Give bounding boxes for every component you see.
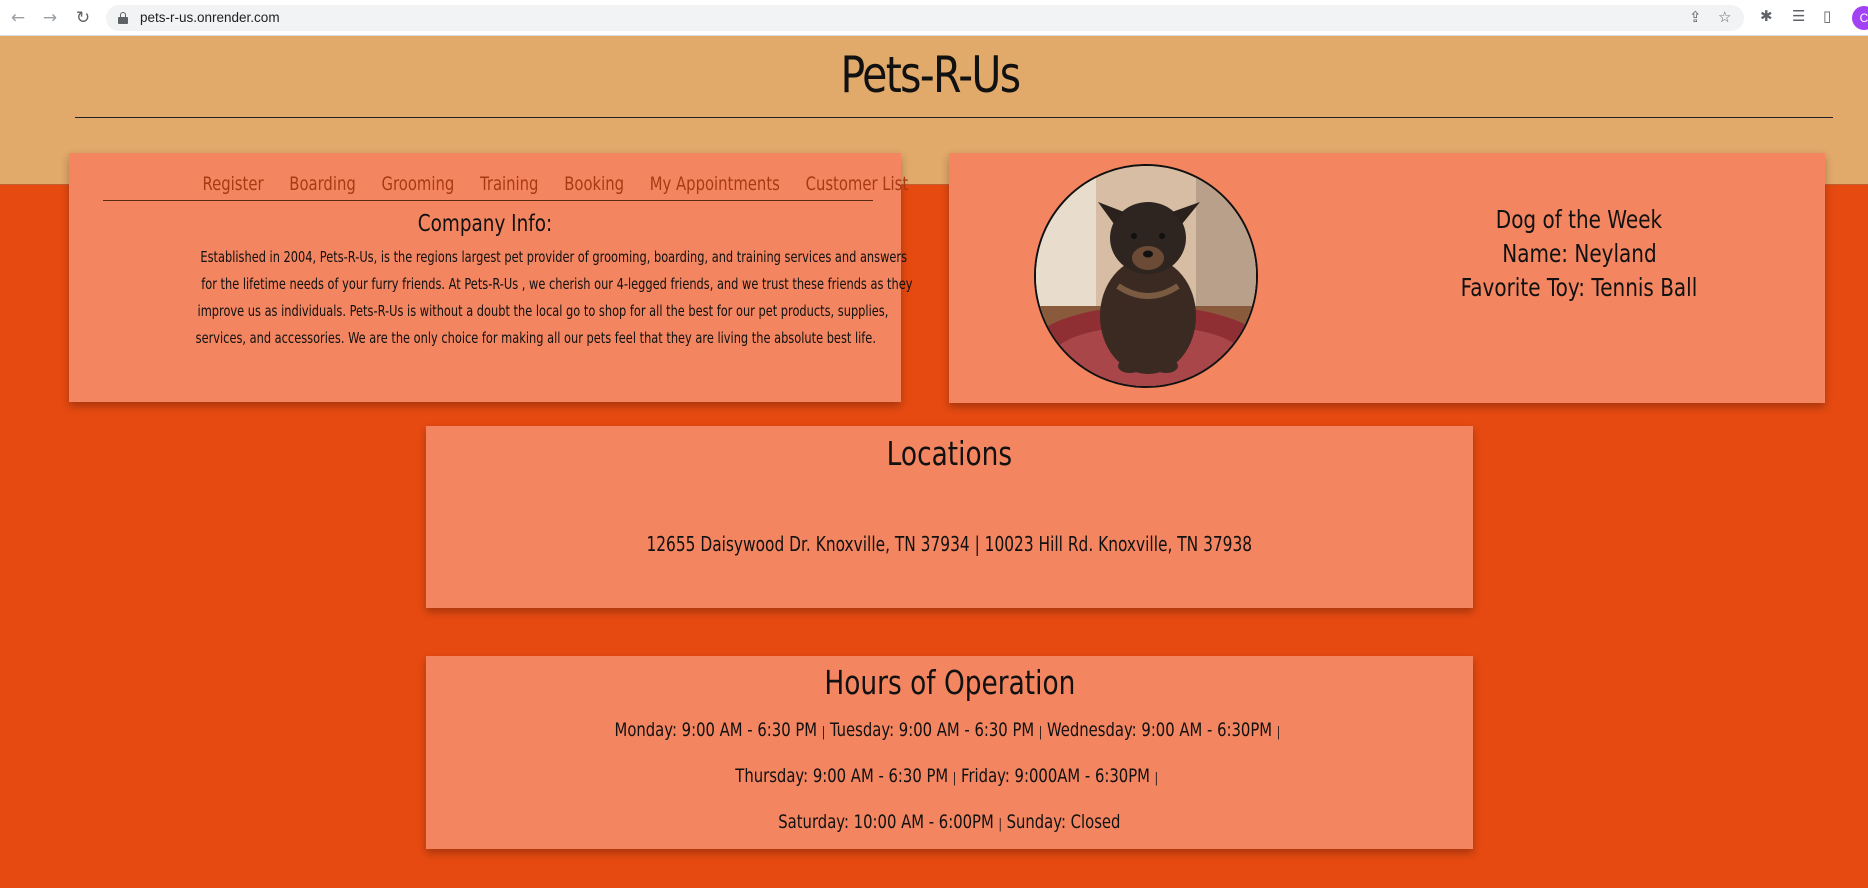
dog-photo xyxy=(1034,164,1258,388)
hours-separator: | xyxy=(1038,725,1043,740)
hours-saturday: Saturday: 10:00 AM - 6:00PM xyxy=(778,811,994,833)
hours-card: Hours of Operation Monday: 9:00 AM - 6:3… xyxy=(426,656,1473,849)
page: Pets-R-Us Register Boarding Grooming Traini… xyxy=(0,36,1868,888)
address-bar[interactable]: pets-r-us.onrender.com ⇪ ☆ xyxy=(106,5,1744,31)
hours-monday: Monday: 9:00 AM - 6:30 PM xyxy=(614,719,817,741)
company-info-text: Established in 2004, Pets-R-Us, is the r… xyxy=(73,244,913,352)
nav-booking-link[interactable]: Booking xyxy=(564,173,624,195)
side-panel-icon[interactable]: ▯ xyxy=(1823,7,1831,25)
hours-sunday: Sunday: Closed xyxy=(1006,811,1121,833)
locations-title: Locations xyxy=(886,434,1013,473)
dog-of-the-week-heading: Dog of the Week xyxy=(1495,205,1663,234)
browser-toolbar: ← → ↻ pets-r-us.onrender.com ⇪ ☆ ✱ ☰ ▯ C xyxy=(0,0,1868,36)
dog-favorite-toy: Favorite Toy: Tennis Ball xyxy=(1460,273,1698,302)
nav-training-link[interactable]: Training xyxy=(480,173,538,195)
reading-list-icon[interactable]: ☰ xyxy=(1792,7,1805,25)
dog-of-the-week-card: Dog of the Week Name: Neyland Favorite T… xyxy=(949,153,1825,403)
locations-addresses: 12655 Daisywood Dr. Knoxville, TN 37934 … xyxy=(646,532,1253,556)
dog-of-the-week-info: Dog of the Week Name: Neyland Favorite T… xyxy=(1329,203,1829,305)
title-divider xyxy=(75,117,1833,118)
nav-my-appointments-link[interactable]: My Appointments xyxy=(650,173,780,195)
company-info-card: Register Boarding Grooming Training Booking M… xyxy=(69,153,913,402)
nav-boarding-link[interactable]: Boarding xyxy=(289,173,355,195)
hours-wednesday: Wednesday: 9:00 AM - 6:30PM xyxy=(1046,719,1272,741)
hours-title: Hours of Operation xyxy=(824,663,1075,702)
extensions-puzzle-icon[interactable]: ✱ xyxy=(1760,7,1773,25)
url-text: pets-r-us.onrender.com xyxy=(140,10,280,25)
locations-card: Locations 12655 Daisywood Dr. Knoxville,… xyxy=(426,426,1473,608)
hours-thursday: Thursday: 9:00 AM - 6:30 PM xyxy=(735,765,949,787)
hours-separator: | xyxy=(953,771,957,786)
nav-customer-list-link[interactable]: Customer List xyxy=(806,173,909,195)
hours-friday: Friday: 9:000AM - 6:30PM xyxy=(961,765,1151,787)
dog-name: Name: Neyland xyxy=(1501,239,1657,268)
lock-icon[interactable] xyxy=(118,12,128,24)
hours-row: Monday: 9:00 AM - 6:30 PM | Tuesday: 9:00 … xyxy=(426,719,1473,742)
site-title: Pets-R-Us xyxy=(840,46,1022,104)
hours-separator: | xyxy=(1155,771,1159,786)
main-nav: Register Boarding Grooming Training Booking M… xyxy=(103,173,908,201)
company-info-line: services, and accessories. We are the on… xyxy=(195,329,876,347)
nav-grooming-link[interactable]: Grooming xyxy=(382,173,455,195)
hours-separator: | xyxy=(821,725,825,740)
hours-row: Saturday: 10:00 AM - 6:00PM | Sunday: Clos… xyxy=(426,811,1473,834)
company-info-line: Established in 2004, Pets-R-Us, is the r… xyxy=(200,248,908,266)
share-icon[interactable]: ⇪ xyxy=(1689,8,1702,26)
company-info-line: for the lifetime needs of your furry fri… xyxy=(201,275,913,293)
forward-icon[interactable]: → xyxy=(40,8,60,28)
company-info-heading: Company Info: xyxy=(417,211,553,237)
hours-separator: | xyxy=(998,817,1003,832)
reload-icon[interactable]: ↻ xyxy=(73,8,93,28)
back-icon[interactable]: ← xyxy=(8,8,28,28)
hours-separator: | xyxy=(1276,725,1280,740)
bookmark-star-icon[interactable]: ☆ xyxy=(1718,8,1731,26)
hours-row: Thursday: 9:00 AM - 6:30 PM | Friday: 9:00… xyxy=(426,765,1473,788)
nav-register-link[interactable]: Register xyxy=(203,173,264,195)
company-info-line: improve us as individuals. Pets-R-Us is … xyxy=(197,302,889,320)
profile-avatar[interactable]: C xyxy=(1852,6,1868,30)
hours-tuesday: Tuesday: 9:00 AM - 6:30 PM xyxy=(829,719,1034,741)
